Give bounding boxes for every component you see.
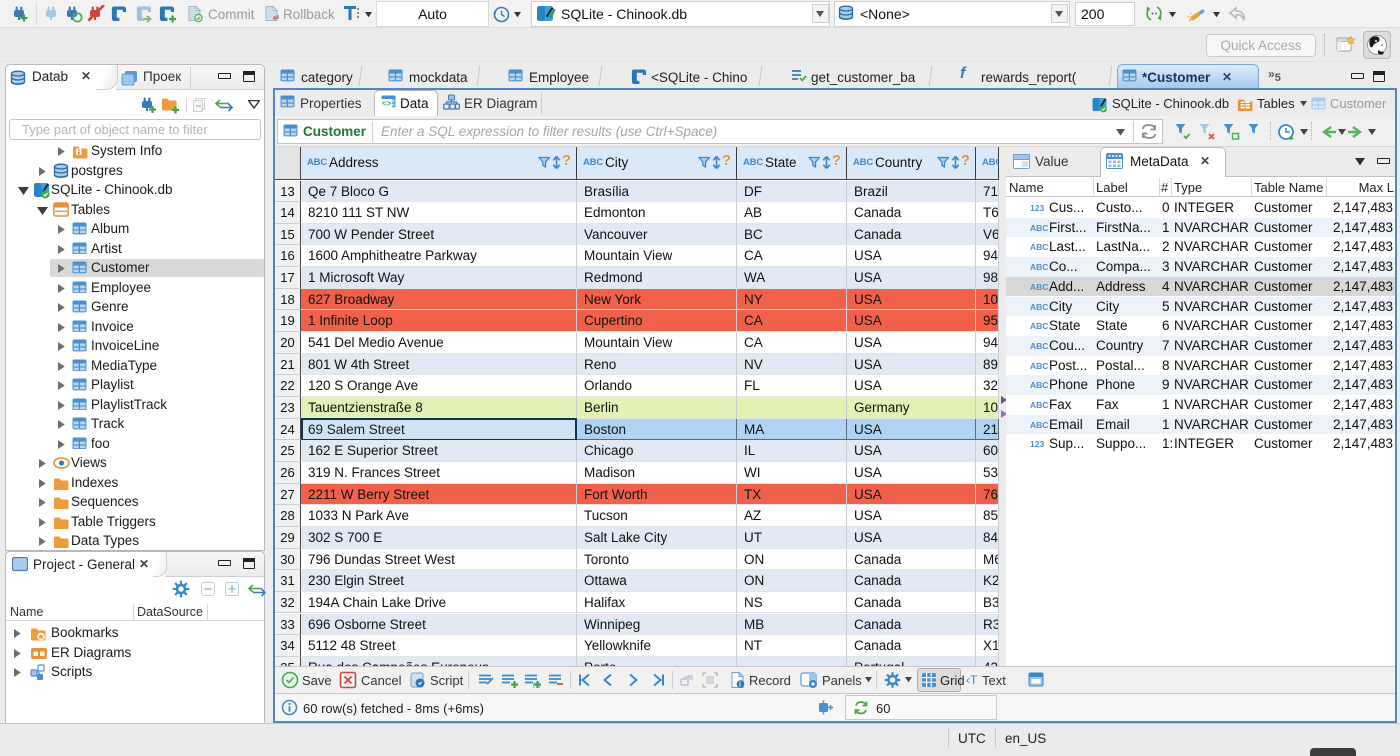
svg-text:(+): (+) bbox=[533, 683, 541, 688]
svg-text:i: i bbox=[739, 682, 741, 689]
